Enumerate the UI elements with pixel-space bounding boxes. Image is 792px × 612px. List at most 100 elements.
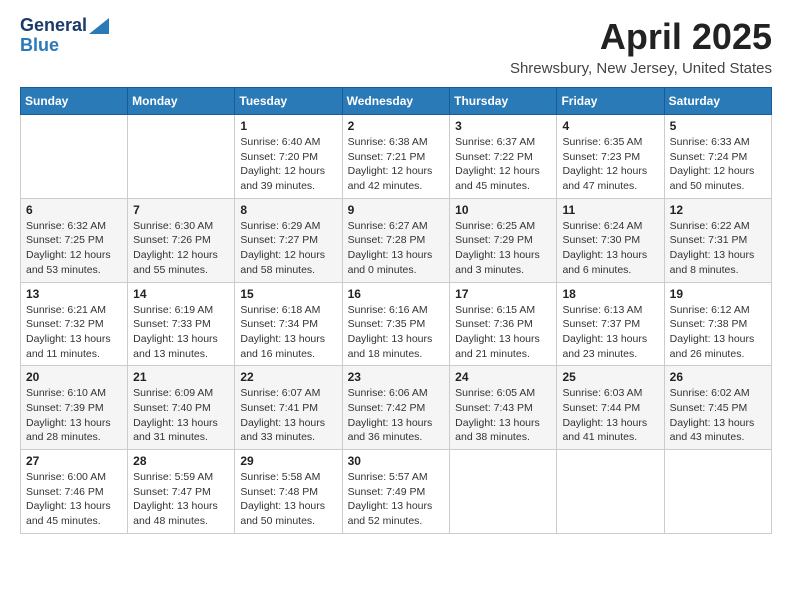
day-number: 1 xyxy=(240,119,336,133)
calendar-cell: 12 Sunrise: 6:22 AMSunset: 7:31 PMDayligh… xyxy=(664,198,771,282)
day-info: Sunrise: 5:58 AMSunset: 7:48 PMDaylight:… xyxy=(240,470,336,529)
calendar-cell xyxy=(450,450,557,534)
calendar-cell: 23 Sunrise: 6:06 AMSunset: 7:42 PMDayligh… xyxy=(342,366,450,450)
calendar-cell: 2Sunrise: 6:38 AMSunset: 7:21 PMDaylight… xyxy=(342,115,450,199)
calendar-cell: 13Sunrise: 6:21 AMSunset: 7:32 PMDayligh… xyxy=(21,282,128,366)
calendar-cell: 6 Sunrise: 6:32 AMSunset: 7:25 PMDaylight… xyxy=(21,198,128,282)
day-info: Sunrise: 6:16 AMSunset: 7:35 PMDaylight:… xyxy=(348,303,445,362)
day-number: 20 xyxy=(26,370,122,384)
day-info: Sunrise: 6:24 AMSunset: 7:30 PMDaylight:… xyxy=(562,219,658,278)
page-header: General Blue April 2025 Shrewsbury, New … xyxy=(20,16,772,77)
day-info: Sunrise: 6:37 AMSunset: 7:22 PMDaylight:… xyxy=(455,135,551,194)
day-info: Sunrise: 6:10 AMSunset: 7:39 PMDaylight:… xyxy=(26,386,122,445)
day-number: 7 xyxy=(133,203,229,217)
title-area: April 2025 Shrewsbury, New Jersey, Unite… xyxy=(510,16,772,77)
day-number: 14 xyxy=(133,287,229,301)
calendar-cell: 27Sunrise: 6:00 AMSunset: 7:46 PMDayligh… xyxy=(21,450,128,534)
day-number: 25 xyxy=(562,370,658,384)
logo-icon xyxy=(89,18,109,34)
weekday-header-cell: Monday xyxy=(128,88,235,115)
day-info: Sunrise: 5:59 AMSunset: 7:47 PMDaylight:… xyxy=(133,470,229,529)
calendar-cell: 29 Sunrise: 5:58 AMSunset: 7:48 PMDayligh… xyxy=(235,450,342,534)
day-info: Sunrise: 6:05 AMSunset: 7:43 PMDaylight:… xyxy=(455,386,551,445)
day-info: Sunrise: 6:02 AMSunset: 7:45 PMDaylight:… xyxy=(670,386,766,445)
day-number: 22 xyxy=(240,370,336,384)
calendar-week-row: 1 Sunrise: 6:40 AMSunset: 7:20 PMDaylight… xyxy=(21,115,772,199)
calendar-cell xyxy=(664,450,771,534)
day-number: 17 xyxy=(455,287,551,301)
day-info: Sunrise: 6:27 AMSunset: 7:28 PMDaylight:… xyxy=(348,219,445,278)
day-info: Sunrise: 6:35 AMSunset: 7:23 PMDaylight:… xyxy=(562,135,658,194)
location-title: Shrewsbury, New Jersey, United States xyxy=(510,60,772,77)
day-info: Sunrise: 6:32 AMSunset: 7:25 PMDaylight:… xyxy=(26,219,122,278)
day-number: 3 xyxy=(455,119,551,133)
day-info: Sunrise: 6:09 AMSunset: 7:40 PMDaylight:… xyxy=(133,386,229,445)
calendar-cell: 19 Sunrise: 6:12 AMSunset: 7:38 PMDayligh… xyxy=(664,282,771,366)
day-info: Sunrise: 6:07 AMSunset: 7:41 PMDaylight:… xyxy=(240,386,336,445)
calendar-cell xyxy=(557,450,664,534)
day-number: 19 xyxy=(670,287,766,301)
calendar-cell: 1 Sunrise: 6:40 AMSunset: 7:20 PMDaylight… xyxy=(235,115,342,199)
day-number: 15 xyxy=(240,287,336,301)
calendar-body: 1 Sunrise: 6:40 AMSunset: 7:20 PMDaylight… xyxy=(21,115,772,534)
calendar-cell: 25Sunrise: 6:03 AMSunset: 7:44 PMDayligh… xyxy=(557,366,664,450)
day-info: Sunrise: 6:29 AMSunset: 7:27 PMDaylight:… xyxy=(240,219,336,278)
weekday-header-cell: Tuesday xyxy=(235,88,342,115)
day-number: 9 xyxy=(348,203,445,217)
day-number: 11 xyxy=(562,203,658,217)
calendar-cell: 7 Sunrise: 6:30 AMSunset: 7:26 PMDaylight… xyxy=(128,198,235,282)
day-info: Sunrise: 6:13 AMSunset: 7:37 PMDaylight:… xyxy=(562,303,658,362)
day-info: Sunrise: 6:40 AMSunset: 7:20 PMDaylight:… xyxy=(240,135,336,194)
calendar-cell: 16 Sunrise: 6:16 AMSunset: 7:35 PMDayligh… xyxy=(342,282,450,366)
day-number: 26 xyxy=(670,370,766,384)
day-number: 28 xyxy=(133,454,229,468)
day-number: 2 xyxy=(348,119,445,133)
day-number: 8 xyxy=(240,203,336,217)
weekday-header-row: SundayMondayTuesdayWednesdayThursdayFrid… xyxy=(21,88,772,115)
day-number: 10 xyxy=(455,203,551,217)
day-info: Sunrise: 6:12 AMSunset: 7:38 PMDaylight:… xyxy=(670,303,766,362)
day-number: 5 xyxy=(670,119,766,133)
logo: General Blue xyxy=(20,16,109,56)
weekday-header-cell: Wednesday xyxy=(342,88,450,115)
calendar-cell: 11 Sunrise: 6:24 AMSunset: 7:30 PMDayligh… xyxy=(557,198,664,282)
weekday-header-cell: Saturday xyxy=(664,88,771,115)
calendar-cell: 5Sunrise: 6:33 AMSunset: 7:24 PMDaylight… xyxy=(664,115,771,199)
calendar-cell: 15Sunrise: 6:18 AMSunset: 7:34 PMDayligh… xyxy=(235,282,342,366)
day-number: 23 xyxy=(348,370,445,384)
day-number: 16 xyxy=(348,287,445,301)
calendar-cell: 26 Sunrise: 6:02 AMSunset: 7:45 PMDayligh… xyxy=(664,366,771,450)
day-info: Sunrise: 5:57 AMSunset: 7:49 PMDaylight:… xyxy=(348,470,445,529)
calendar-cell: 14Sunrise: 6:19 AMSunset: 7:33 PMDayligh… xyxy=(128,282,235,366)
day-number: 30 xyxy=(348,454,445,468)
calendar-cell: 20 Sunrise: 6:10 AMSunset: 7:39 PMDayligh… xyxy=(21,366,128,450)
calendar-cell: 8 Sunrise: 6:29 AMSunset: 7:27 PMDaylight… xyxy=(235,198,342,282)
calendar-cell xyxy=(21,115,128,199)
calendar-table: SundayMondayTuesdayWednesdayThursdayFrid… xyxy=(20,87,772,534)
day-info: Sunrise: 6:15 AMSunset: 7:36 PMDaylight:… xyxy=(455,303,551,362)
calendar-cell: 21Sunrise: 6:09 AMSunset: 7:40 PMDayligh… xyxy=(128,366,235,450)
calendar-week-row: 20 Sunrise: 6:10 AMSunset: 7:39 PMDayligh… xyxy=(21,366,772,450)
day-number: 29 xyxy=(240,454,336,468)
calendar-cell: 24Sunrise: 6:05 AMSunset: 7:43 PMDayligh… xyxy=(450,366,557,450)
calendar-cell: 18 Sunrise: 6:13 AMSunset: 7:37 PMDayligh… xyxy=(557,282,664,366)
calendar-cell: 4Sunrise: 6:35 AMSunset: 7:23 PMDaylight… xyxy=(557,115,664,199)
weekday-header-cell: Friday xyxy=(557,88,664,115)
weekday-header-cell: Sunday xyxy=(21,88,128,115)
logo-general: General xyxy=(20,16,87,36)
calendar-week-row: 13Sunrise: 6:21 AMSunset: 7:32 PMDayligh… xyxy=(21,282,772,366)
day-number: 12 xyxy=(670,203,766,217)
day-info: Sunrise: 6:22 AMSunset: 7:31 PMDaylight:… xyxy=(670,219,766,278)
calendar-cell: 9 Sunrise: 6:27 AMSunset: 7:28 PMDaylight… xyxy=(342,198,450,282)
calendar-week-row: 6 Sunrise: 6:32 AMSunset: 7:25 PMDaylight… xyxy=(21,198,772,282)
day-number: 6 xyxy=(26,203,122,217)
day-info: Sunrise: 6:25 AMSunset: 7:29 PMDaylight:… xyxy=(455,219,551,278)
day-info: Sunrise: 6:30 AMSunset: 7:26 PMDaylight:… xyxy=(133,219,229,278)
calendar-cell: 22 Sunrise: 6:07 AMSunset: 7:41 PMDayligh… xyxy=(235,366,342,450)
calendar-cell: 30 Sunrise: 5:57 AMSunset: 7:49 PMDayligh… xyxy=(342,450,450,534)
day-number: 18 xyxy=(562,287,658,301)
day-number: 27 xyxy=(26,454,122,468)
calendar-cell: 3 Sunrise: 6:37 AMSunset: 7:22 PMDaylight… xyxy=(450,115,557,199)
logo-blue: Blue xyxy=(20,36,59,56)
day-info: Sunrise: 6:06 AMSunset: 7:42 PMDaylight:… xyxy=(348,386,445,445)
